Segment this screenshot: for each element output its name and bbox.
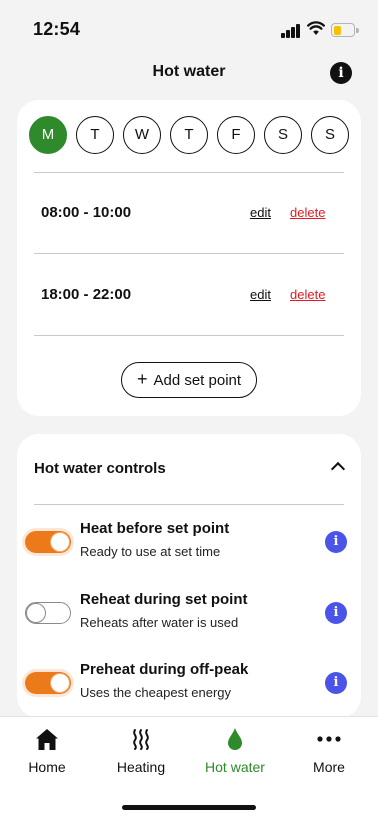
divider bbox=[34, 172, 344, 173]
hot-water-controls-card: Hot water controls Heat before set point… bbox=[17, 434, 361, 718]
reheat-during-set-point-toggle[interactable] bbox=[25, 602, 71, 624]
tab-label: More bbox=[313, 759, 345, 775]
wifi-icon bbox=[307, 21, 325, 35]
divider bbox=[34, 335, 344, 336]
control-title: Heat before set point bbox=[80, 520, 230, 537]
day-button-tuesday[interactable]: T bbox=[76, 116, 114, 154]
add-set-point-label: Add set point bbox=[153, 372, 242, 389]
add-set-point-button[interactable]: + Add set point bbox=[121, 362, 257, 398]
tab-label: Home bbox=[28, 759, 66, 775]
home-indicator bbox=[122, 805, 256, 810]
tab-hot-water[interactable]: Hot water bbox=[188, 727, 282, 781]
info-icon[interactable]: i bbox=[325, 602, 347, 624]
page-title: Hot water bbox=[152, 63, 226, 80]
plus-icon: + bbox=[136, 369, 148, 389]
set-point-time: 08:00 - 10:00 bbox=[41, 204, 132, 221]
tab-heating[interactable]: Heating bbox=[94, 727, 188, 781]
divider bbox=[34, 504, 344, 505]
day-button-saturday[interactable]: S bbox=[264, 116, 302, 154]
control-heat-before-set-point: Heat before set point Ready to use at se… bbox=[17, 520, 361, 564]
set-point-row: 08:00 - 10:00 edit delete bbox=[17, 199, 361, 229]
schedule-card: M T W T F S S 08:00 - 10:00 edit delete … bbox=[17, 100, 361, 416]
delete-link[interactable]: delete bbox=[290, 205, 325, 220]
set-point-row: 18:00 - 22:00 edit delete bbox=[17, 281, 361, 311]
day-button-friday[interactable]: F bbox=[217, 116, 255, 154]
control-subtitle: Reheats after water is used bbox=[80, 615, 239, 630]
status-bar: 12:54 bbox=[0, 0, 378, 54]
cellular-signal-icon bbox=[281, 24, 303, 38]
day-button-wednesday[interactable]: W bbox=[123, 116, 161, 154]
info-icon[interactable]: i bbox=[330, 62, 352, 84]
control-subtitle: Uses the cheapest energy bbox=[80, 685, 232, 700]
battery-icon bbox=[331, 23, 359, 37]
controls-title: Hot water controls bbox=[34, 460, 166, 477]
info-icon[interactable]: i bbox=[325, 531, 347, 553]
chevron-up-icon[interactable] bbox=[330, 461, 346, 477]
day-button-sunday[interactable]: S bbox=[311, 116, 349, 154]
tab-label: Hot water bbox=[205, 759, 265, 775]
tab-bar: Home Heating Hot water More bbox=[0, 716, 378, 818]
control-preheat-during-off-peak: Preheat during off-peak Uses the cheapes… bbox=[17, 661, 361, 705]
day-button-monday[interactable]: M bbox=[29, 116, 67, 154]
heating-icon bbox=[133, 729, 149, 750]
set-point-time: 18:00 - 22:00 bbox=[41, 286, 132, 303]
tab-home[interactable]: Home bbox=[0, 727, 94, 781]
edit-link[interactable]: edit bbox=[250, 205, 271, 220]
edit-link[interactable]: edit bbox=[250, 287, 271, 302]
control-title: Preheat during off-peak bbox=[80, 661, 249, 678]
control-reheat-during-set-point: Reheat during set point Reheats after wa… bbox=[17, 591, 361, 635]
control-title: Reheat during set point bbox=[80, 591, 248, 608]
water-drop-icon bbox=[228, 728, 242, 750]
more-icon bbox=[317, 736, 341, 742]
day-selector: M T W T F S S bbox=[29, 116, 351, 154]
preheat-during-off-peak-toggle[interactable] bbox=[25, 672, 71, 694]
heat-before-set-point-toggle[interactable] bbox=[25, 531, 71, 553]
delete-link[interactable]: delete bbox=[290, 287, 325, 302]
control-subtitle: Ready to use at set time bbox=[80, 544, 221, 559]
status-time: 12:54 bbox=[33, 19, 81, 39]
info-icon[interactable]: i bbox=[325, 672, 347, 694]
tab-more[interactable]: More bbox=[282, 727, 376, 781]
tab-label: Heating bbox=[116, 759, 166, 775]
divider bbox=[34, 253, 344, 254]
home-icon bbox=[36, 729, 58, 750]
day-button-thursday[interactable]: T bbox=[170, 116, 208, 154]
